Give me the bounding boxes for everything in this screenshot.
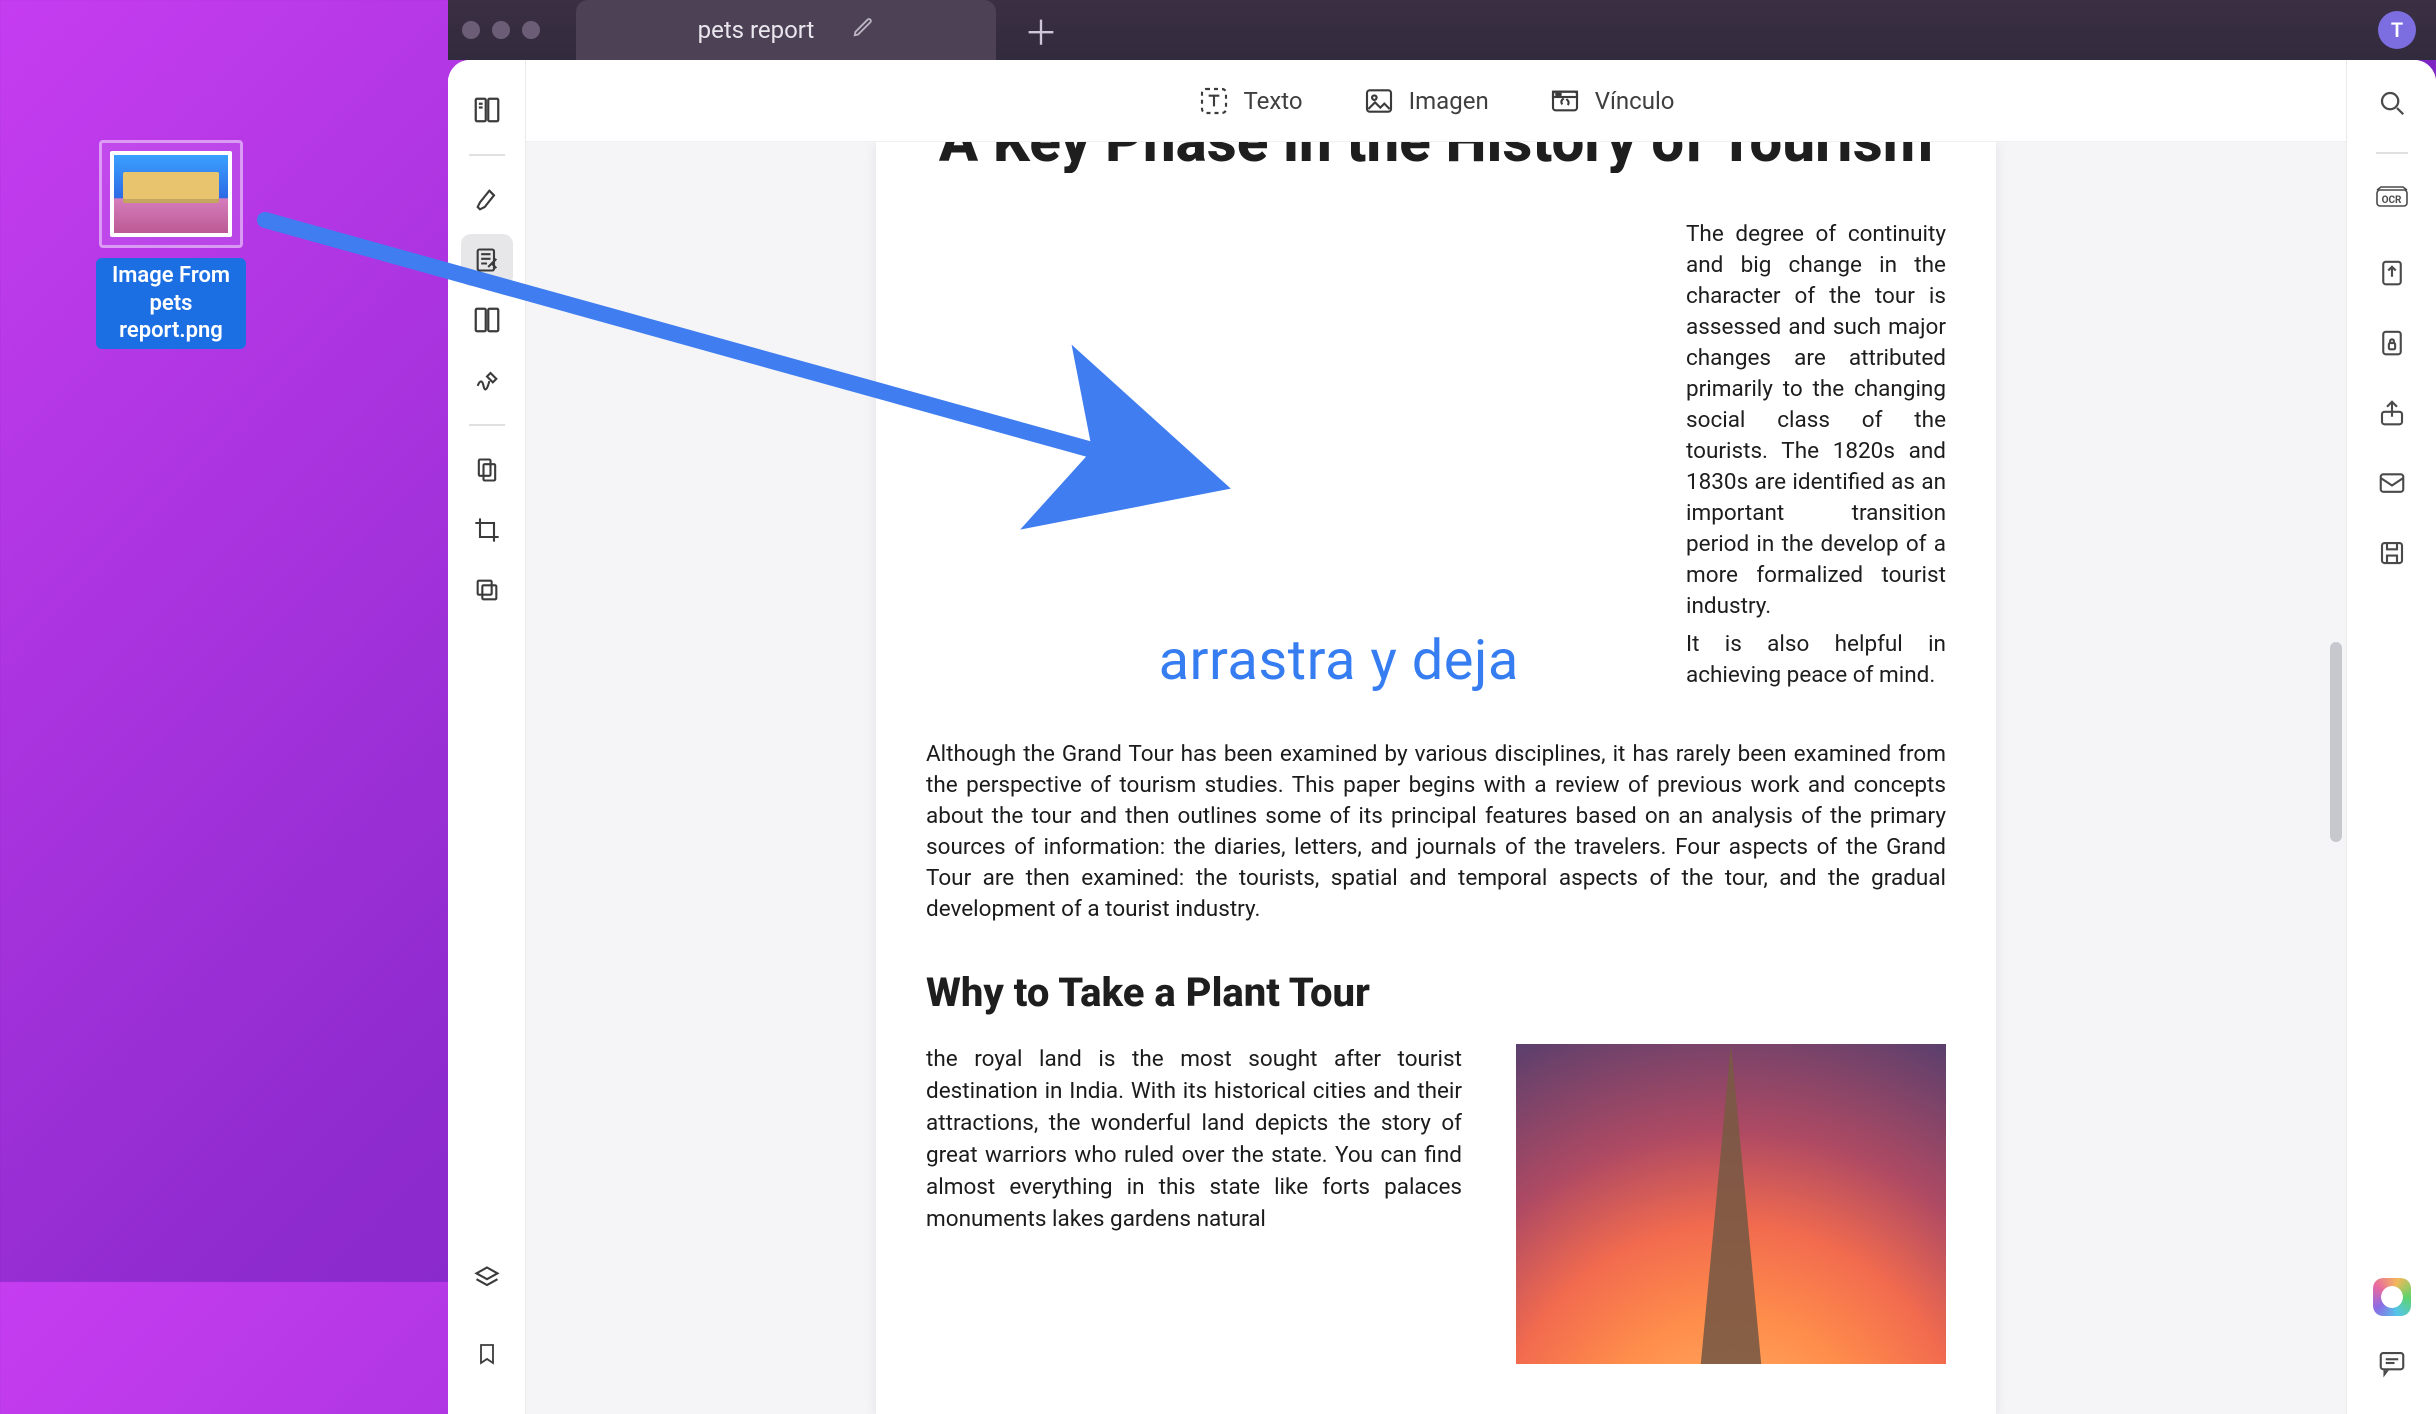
bookmarks-button[interactable] [461, 1328, 513, 1380]
signature-tool-button[interactable] [461, 354, 513, 406]
file-thumbnail [99, 140, 243, 248]
highlight-tool-button[interactable] [461, 174, 513, 226]
scrollbar-track[interactable] [2330, 302, 2342, 862]
eiffel-tower-image [1516, 1044, 1946, 1364]
rail-separator [2376, 152, 2408, 154]
rail-separator [469, 154, 505, 156]
window-controls [462, 21, 540, 39]
user-avatar[interactable]: T [2378, 11, 2416, 49]
insert-link-label: Vínculo [1595, 87, 1675, 115]
desktop-file[interactable]: Image From pets report.png [96, 140, 246, 349]
app-window: pets report ＋ T [448, 0, 2436, 1282]
drag-drop-annotation: arrastra y deja [1159, 627, 1519, 693]
body-paragraph-2: the royal land is the most sought after … [926, 1044, 1462, 1364]
body-paragraph-1: Although the Grand Tour has been examine… [926, 739, 1946, 925]
avatar-letter: T [2391, 18, 2403, 42]
close-dot[interactable] [462, 21, 480, 39]
crop-tool-button[interactable] [461, 504, 513, 556]
left-tool-rail [448, 60, 526, 1414]
comments-button[interactable] [2371, 1342, 2413, 1384]
ai-assistant-button[interactable] [2371, 1276, 2413, 1318]
save-button[interactable] [2371, 532, 2413, 574]
insert-text-button[interactable]: Texto [1198, 85, 1303, 117]
page-layout-tool-button[interactable] [461, 294, 513, 346]
rail-separator [469, 424, 505, 426]
scrollbar-thumb[interactable] [2330, 642, 2342, 842]
insert-link-button[interactable]: Vínculo [1549, 85, 1675, 117]
minimize-dot[interactable] [492, 21, 510, 39]
share-button[interactable] [2371, 392, 2413, 434]
ocr-button[interactable]: OCR [2371, 182, 2413, 224]
edit-content-tool-button[interactable] [461, 234, 513, 286]
document-viewport[interactable]: A Key Phase in the History of Tourism Th… [526, 142, 2346, 1414]
document-page[interactable]: A Key Phase in the History of Tourism Th… [876, 142, 1996, 1414]
new-tab-button[interactable]: ＋ [1024, 6, 1058, 55]
ai-assistant-icon [2373, 1278, 2411, 1316]
protect-button[interactable] [2371, 322, 2413, 364]
image-drop-target[interactable] [926, 219, 1646, 691]
zoom-dot[interactable] [522, 21, 540, 39]
column-paragraph-1: The degree of continuity and big change … [1686, 219, 1946, 623]
insert-image-button[interactable]: Imagen [1363, 85, 1489, 117]
tab-title: pets report [698, 16, 815, 44]
right-tool-rail: OCR [2346, 60, 2436, 1414]
compare-tool-button[interactable] [461, 444, 513, 496]
layers-button[interactable] [461, 1252, 513, 1304]
ocr-label: OCR [2382, 195, 2402, 206]
title-bar: pets report ＋ T [448, 0, 2436, 60]
mail-button[interactable] [2371, 462, 2413, 504]
document-tab[interactable]: pets report [576, 0, 996, 60]
duplicate-tool-button[interactable] [461, 564, 513, 616]
column-paragraph-2: It is also helpful in achieving peace of… [1686, 629, 1946, 691]
rename-tab-icon[interactable] [852, 16, 874, 44]
edit-toolbar: Texto Imagen Vínculo [526, 60, 2346, 142]
file-label: Image From pets report.png [96, 258, 246, 349]
insert-image-label: Imagen [1409, 87, 1489, 115]
document-area: Texto Imagen Vínculo A Key [526, 60, 2346, 1414]
document-heading: A Key Phase in the History of Tourism [926, 142, 1946, 173]
insert-text-label: Texto [1244, 87, 1303, 115]
document-subheading: Why to Take a Plant Tour [926, 969, 1946, 1016]
convert-button[interactable] [2371, 252, 2413, 294]
thumbnails-panel-button[interactable] [461, 84, 513, 136]
search-button[interactable] [2371, 82, 2413, 124]
